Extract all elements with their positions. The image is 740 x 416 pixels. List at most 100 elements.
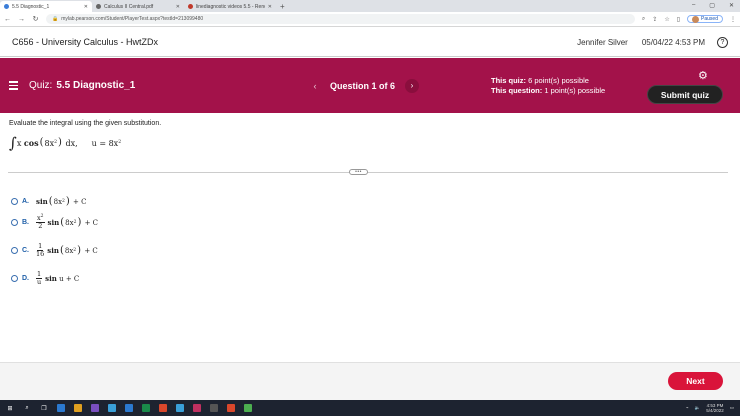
option-letter: B. — [22, 219, 29, 226]
store-icon[interactable] — [108, 404, 116, 412]
option-inner: 8x — [65, 218, 74, 227]
question-instruction: Evaluate the integral using the given su… — [9, 120, 162, 127]
reload-icon[interactable]: ↻ — [32, 15, 39, 23]
back-arrow-icon[interactable]: ← — [4, 16, 11, 23]
user-name: Jennifer Silver — [577, 37, 628, 47]
browser-tab-1[interactable]: 5.5 Diagnostic_1 ✕ — [0, 1, 92, 12]
sidebar-panel-icon[interactable]: ▯ — [677, 16, 680, 23]
option-tail: + C — [73, 197, 87, 206]
submit-quiz-button[interactable]: Submit quiz — [647, 85, 723, 104]
file-explorer-icon[interactable] — [74, 404, 82, 412]
substitution: u = 8x — [91, 138, 119, 148]
option-a[interactable]: A. sin (8x 2) + C — [11, 196, 87, 206]
option-b[interactable]: B. x2 2 sin (8x 2) + C — [11, 213, 99, 230]
share-icon[interactable]: ⇪ — [652, 16, 657, 23]
integrand-variable: x — [16, 138, 22, 148]
close-tab-icon[interactable]: ✕ — [268, 4, 272, 10]
menu-dots-icon[interactable]: ⋮ — [730, 16, 736, 23]
close-tab-icon[interactable]: ✕ — [176, 4, 180, 10]
browser-tab-2[interactable]: Calculus II Central.pdf ✕ — [92, 1, 184, 12]
radio-c[interactable] — [11, 247, 18, 254]
option-argument: u — [59, 274, 64, 283]
next-button[interactable]: Next — [668, 372, 723, 390]
close-window-icon[interactable]: ✕ — [729, 2, 734, 9]
option-tail: + C — [84, 218, 99, 227]
notifications-icon[interactable]: ▭ — [730, 405, 734, 411]
option-function: sin — [45, 274, 57, 283]
camera-icon[interactable] — [210, 404, 218, 412]
browser-tab-3[interactable]: linediagnostic videos 5.5 - Rencon... ✕ — [184, 1, 276, 12]
media-icon[interactable] — [193, 404, 201, 412]
paren-close: ) — [58, 137, 62, 148]
option-function: sin — [36, 197, 48, 206]
fraction: 1 u — [36, 271, 43, 286]
bookmark-star-icon[interactable]: ☆ — [664, 16, 669, 23]
excel-icon[interactable] — [142, 404, 150, 412]
powerpoint-icon[interactable] — [159, 404, 167, 412]
this-quiz-label: This quiz: — [491, 76, 526, 85]
tab-label: Calculus II Central.pdf — [104, 3, 154, 10]
browser-toolbar-right: ⌕ ⇪ ☆ ▯ Paused ⋮ — [642, 15, 736, 23]
document-favicon-icon — [188, 4, 193, 9]
photos-icon[interactable] — [176, 404, 184, 412]
datetime: 05/04/22 4:53 PM — [641, 37, 705, 47]
minimize-icon[interactable]: – — [692, 2, 695, 9]
network-icon[interactable]: ⌁ — [686, 405, 689, 411]
app-icon[interactable] — [244, 404, 252, 412]
word-icon[interactable] — [125, 404, 133, 412]
new-tab-button[interactable]: + — [280, 2, 285, 11]
paren-open: ( — [60, 216, 65, 228]
search-icon[interactable]: ⌕ — [23, 404, 31, 412]
this-question-label: This question: — [491, 86, 543, 95]
option-c[interactable]: C. 1 16 sin (8x 2) + C — [11, 243, 98, 258]
forward-arrow-icon[interactable]: → — [18, 16, 25, 23]
previous-question-button[interactable]: ‹ — [310, 81, 320, 91]
paren-open: ( — [59, 244, 64, 256]
paren-close: ) — [77, 244, 82, 256]
address-bar: ← → ↻ 🔒 mylab.pearson.com/Student/Player… — [0, 12, 740, 27]
menu-hamburger-icon[interactable] — [9, 81, 18, 90]
volume-icon[interactable]: 🔈 — [695, 405, 701, 411]
divider — [8, 172, 728, 173]
chrome-icon[interactable] — [227, 404, 235, 412]
radio-d[interactable] — [11, 275, 18, 282]
zoom-icon[interactable]: ⌕ — [642, 16, 645, 23]
option-letter: C. — [22, 247, 29, 254]
exponent: 2 — [40, 213, 44, 219]
paren-close: ) — [77, 216, 82, 228]
points-summary: This quiz: 6 point(s) possible This ques… — [491, 76, 605, 96]
teams-icon[interactable] — [91, 404, 99, 412]
integrand-function: cos — [23, 138, 39, 148]
windows-start-icon[interactable]: ⊞ — [6, 404, 14, 412]
taskbar-clock[interactable]: 4:53 PM 5/4/2022 — [706, 403, 724, 414]
profile-button[interactable]: Paused — [687, 15, 723, 23]
edge-browser-icon[interactable] — [57, 404, 65, 412]
url-field[interactable]: 🔒 mylab.pearson.com/Student/PlayerTest.a… — [46, 14, 635, 24]
quiz-banner: Quiz: 5.5 Diagnostic_1 ‹ Question 1 of 6… — [0, 58, 740, 113]
task-view-icon[interactable]: ❐ — [40, 404, 48, 412]
fraction: 1 16 — [36, 243, 44, 258]
help-icon[interactable]: ? — [717, 36, 728, 48]
question-counter[interactable]: Question 1 of 6 — [330, 81, 395, 91]
next-question-button[interactable]: › — [405, 78, 420, 93]
system-tray: ⌁ 🔈 4:53 PM 5/4/2022 ▭ — [686, 400, 734, 416]
option-function: sin — [47, 218, 60, 227]
option-d[interactable]: D. 1 u sin u + C — [11, 271, 79, 286]
resize-handle[interactable]: ••• — [349, 169, 368, 175]
radio-b[interactable] — [11, 219, 18, 226]
fraction-denominator: u — [36, 278, 42, 286]
quiz-name: 5.5 Diagnostic_1 — [56, 80, 136, 91]
option-inner: 8x — [64, 246, 74, 255]
browser-tab-bar: 5.5 Diagnostic_1 ✕ Calculus II Central.p… — [0, 0, 740, 12]
option-tail: + C — [65, 274, 80, 283]
maximize-icon[interactable]: ▢ — [709, 2, 715, 9]
fraction-denominator: 2 — [38, 222, 43, 230]
close-tab-icon[interactable]: ✕ — [84, 4, 88, 10]
option-inner: 8x — [53, 197, 63, 206]
avatar — [692, 15, 700, 23]
fraction: x2 2 — [36, 213, 45, 230]
gear-icon[interactable]: ⚙ — [698, 69, 708, 82]
radio-a[interactable] — [11, 198, 18, 205]
clock-date: 5/4/2022 — [706, 408, 724, 413]
quiz-label: Quiz: — [29, 80, 53, 91]
